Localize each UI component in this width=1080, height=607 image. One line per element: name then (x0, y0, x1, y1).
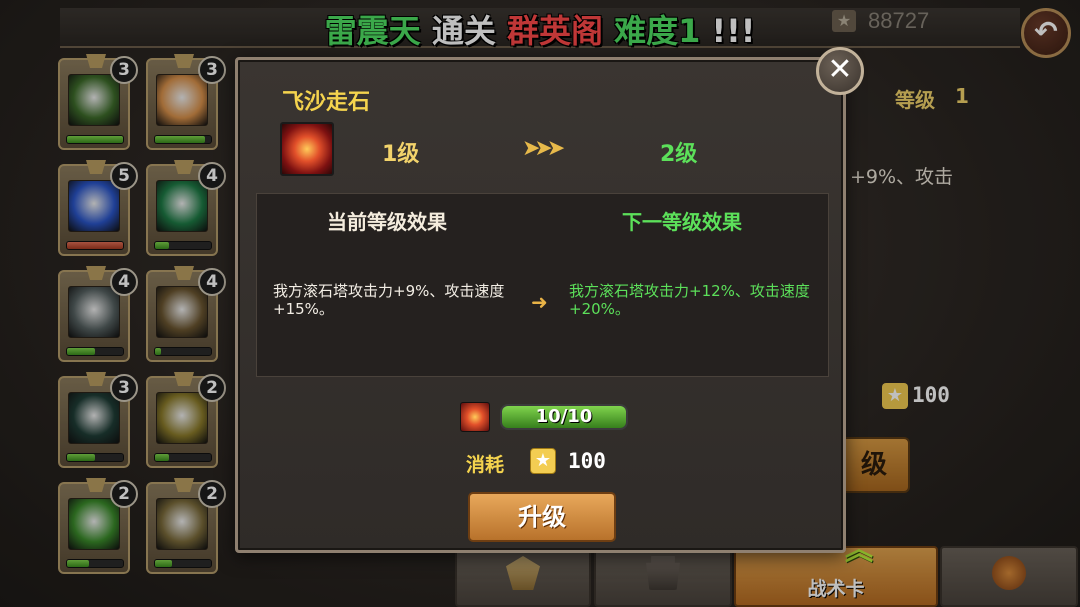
skill-name: 飞沙走石 (282, 90, 371, 115)
upgrade-button-label: 升级 (518, 503, 566, 531)
star-icon: ★ (530, 448, 556, 474)
upgrade-button[interactable]: 升级 (468, 492, 616, 542)
cost-value: 100 (568, 449, 606, 473)
game-screen: ★ 88727 ↶ 雷震天 通关 群英阁 难度1 !!! 3354443222 … (0, 0, 1080, 607)
next-effect-header: 下一等级效果 (622, 210, 742, 234)
current-effect-text: 我方滚石塔攻击力+9%、攻击速度+15%。 (273, 282, 505, 318)
cost-label: 消耗 (466, 454, 505, 476)
arrow-right-icon: ➜ (531, 290, 548, 314)
effects-panel: 当前等级效果 下一等级效果 我方滚石塔攻击力+9%、攻击速度+15%。 ➜ 我方… (256, 193, 829, 377)
close-button[interactable]: ✕ (816, 47, 864, 95)
triple-chevron-right-icon: ➤➤➤ (522, 136, 565, 161)
level-from: 1级 (382, 142, 420, 167)
skill-fragment-icon (460, 402, 490, 432)
skill-upgrade-dialog: 飞沙走石 1级 ➤➤➤ 2级 当前等级效果 下一等级效果 我方滚石塔攻击力+9%… (235, 57, 846, 553)
next-effect-text: 我方滚石塔攻击力+12%、攻击速度+20%。 (569, 282, 810, 318)
current-effect-header: 当前等级效果 (327, 210, 447, 234)
close-icon: ✕ (827, 52, 853, 87)
fragment-progress-text: 10/10 (535, 406, 593, 427)
skill-icon (280, 122, 334, 176)
level-to: 2级 (660, 142, 698, 167)
